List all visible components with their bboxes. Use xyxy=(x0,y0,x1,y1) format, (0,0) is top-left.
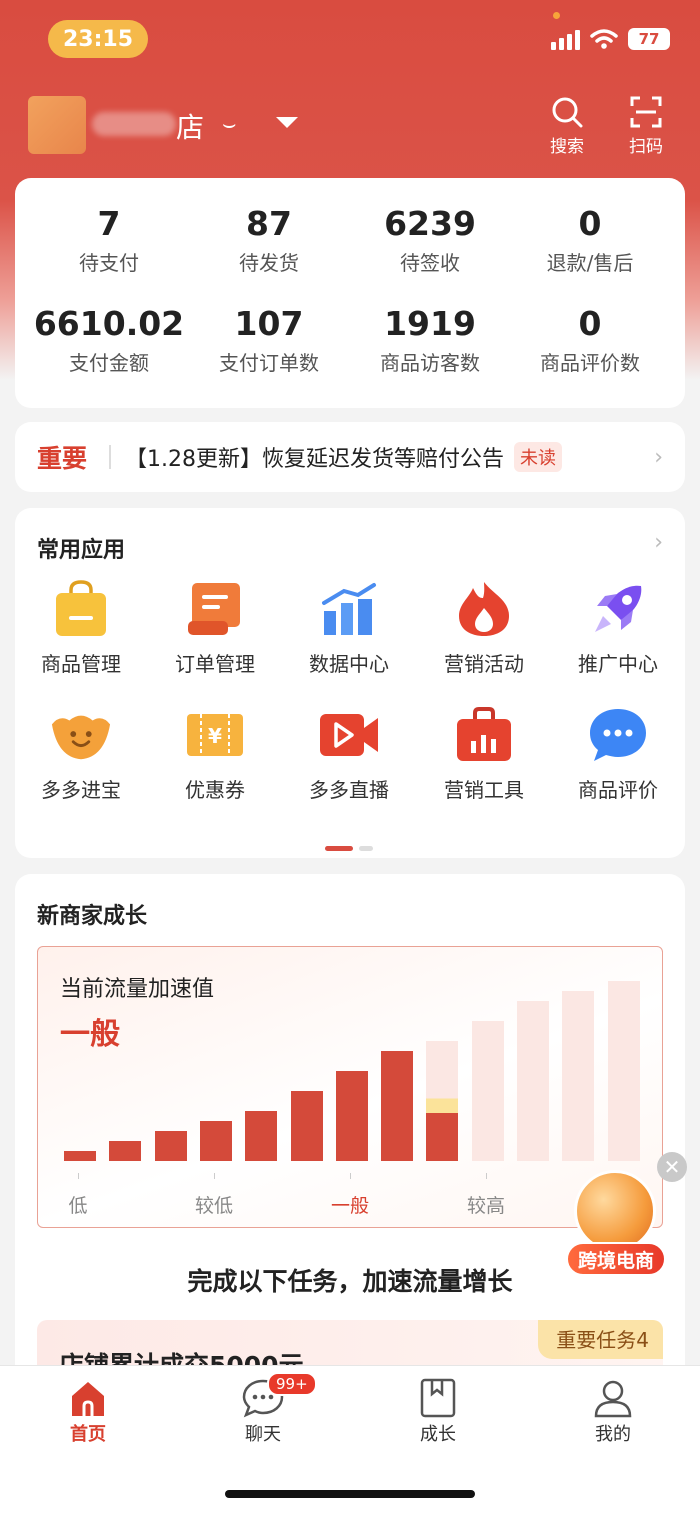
ad-label: 跨境电商 xyxy=(566,1242,666,1276)
shop-name[interactable]: 店 xyxy=(176,106,204,146)
stat-pending-shipment[interactable]: 87 待发货 xyxy=(189,204,349,276)
axis-label-medium: 一般 xyxy=(330,1195,370,1217)
announcement-bar[interactable]: 重要 【1.28更新】恢复延迟发货等赔付公告 未读 › xyxy=(15,422,685,492)
traffic-level-bar xyxy=(607,981,640,1161)
home-icon xyxy=(72,1382,104,1416)
traffic-level-bar xyxy=(154,1131,187,1161)
scan-icon xyxy=(630,96,662,128)
traffic-level-bar xyxy=(109,1141,142,1161)
stat-payment-amount[interactable]: 6610.02 支付金额 xyxy=(29,304,189,376)
traffic-level-bar xyxy=(381,1051,414,1161)
shop-stats-card: 7 待支付 87 待发货 6239 待签收 0 退款/售后 6610.02 支付金额 10… xyxy=(15,178,685,408)
traffic-level-bar xyxy=(290,1091,323,1161)
tab-home[interactable]: 首页 xyxy=(38,1376,138,1446)
toolbox-icon xyxy=(457,707,511,761)
task-priority-badge: 重要任务4 xyxy=(538,1320,663,1359)
app-marketing-tools[interactable]: 营销工具 xyxy=(419,704,549,803)
coupon-icon: ¥ xyxy=(187,714,243,756)
shop-badge-icon: ⌣ xyxy=(222,112,237,137)
chevron-right-icon[interactable]: › xyxy=(654,530,663,555)
common-apps-title: 常用应用 xyxy=(37,538,126,563)
search-label: 搜索 xyxy=(550,137,584,157)
traffic-level-bar xyxy=(426,1041,459,1161)
gold-ingot-icon xyxy=(51,715,111,760)
traffic-boost-level: 一般 xyxy=(60,1017,120,1052)
app-coupon[interactable]: ¥ 优惠券 xyxy=(150,704,280,803)
cellular-signal-icon xyxy=(551,28,580,50)
announcement-text[interactable]: 【1.28更新】恢复延迟发货等赔付公告 xyxy=(125,441,504,473)
video-play-icon xyxy=(320,714,378,756)
traffic-level-bar xyxy=(335,1071,368,1161)
unread-badge: 未读 xyxy=(514,442,563,472)
traffic-level-bar xyxy=(64,1151,96,1161)
search-icon xyxy=(552,97,583,128)
privacy-indicator-dot xyxy=(553,12,560,19)
tab-profile[interactable]: 我的 xyxy=(563,1376,663,1446)
divider xyxy=(109,445,112,469)
shop-name-redacted xyxy=(92,112,176,136)
page-indicator xyxy=(325,846,373,851)
bag-icon xyxy=(56,580,106,636)
announcement-tag: 重要 xyxy=(37,444,88,473)
app-promotion-center[interactable]: 推广中心 xyxy=(553,578,683,677)
app-product-reviews[interactable]: 商品评价 xyxy=(553,704,683,803)
common-apps-card: 常用应用 › 商品管理 订单管理 数据中心 营销活动 推广中心 多多进宝 ¥ 优… xyxy=(15,508,685,858)
traffic-level-bar xyxy=(562,991,595,1161)
shop-avatar[interactable] xyxy=(28,96,86,154)
growth-title: 新商家成长 xyxy=(37,904,148,929)
tab-chat[interactable]: 99+ 聊天 xyxy=(213,1372,317,1446)
status-time: 23:15 xyxy=(48,20,148,58)
globe-icon xyxy=(574,1170,656,1252)
home-indicator xyxy=(225,1490,475,1498)
app-order-management[interactable]: 订单管理 xyxy=(150,578,280,677)
wifi-icon xyxy=(590,29,618,49)
flame-icon xyxy=(459,582,509,636)
stat-pending-receipt[interactable]: 6239 待签收 xyxy=(350,204,510,276)
bar-chart-icon xyxy=(322,583,376,635)
battery-icon: 77 xyxy=(628,28,670,50)
merchant-growth-card: 新商家成长 当前流量加速值 一般 低 较低 一般 较高 完成以下任务，加速流量增… xyxy=(15,874,685,1394)
tab-growth[interactable]: 成长 xyxy=(388,1376,488,1446)
app-data-center[interactable]: 数据中心 xyxy=(284,578,414,677)
axis-tick xyxy=(486,1173,487,1179)
unread-count-badge: 99+ xyxy=(267,1372,317,1396)
scan-button[interactable]: 扫码 xyxy=(616,92,676,157)
chat-bubble-icon xyxy=(590,709,646,761)
book-icon xyxy=(420,1378,456,1418)
stat-product-reviews[interactable]: 0 商品评价数 xyxy=(510,304,670,376)
axis-tick xyxy=(350,1173,351,1179)
traffic-boost-title: 当前流量加速值 xyxy=(60,977,215,1002)
traffic-level-bar xyxy=(245,1111,278,1161)
search-button[interactable]: 搜索 xyxy=(537,92,597,157)
cross-border-ecommerce-ad[interactable]: 跨境电商 xyxy=(566,1170,666,1280)
traffic-level-bar xyxy=(471,1021,504,1161)
stat-refund-aftersale[interactable]: 0 退款/售后 xyxy=(510,204,670,276)
user-icon xyxy=(594,1380,632,1418)
chevron-right-icon[interactable]: › xyxy=(654,445,663,470)
app-product-management[interactable]: 商品管理 xyxy=(16,578,146,677)
status-icons: 77 xyxy=(551,28,670,50)
app-marketing-events[interactable]: 营销活动 xyxy=(419,578,549,677)
scroll-icon xyxy=(188,583,240,635)
stat-pending-payment[interactable]: 7 待支付 xyxy=(29,204,189,276)
axis-tick xyxy=(78,1173,79,1179)
traffic-level-bar xyxy=(517,1001,549,1161)
app-duoduo-jinbao[interactable]: 多多进宝 xyxy=(16,704,146,803)
axis-tick xyxy=(214,1173,215,1179)
traffic-level-bar xyxy=(199,1121,232,1161)
shop-switch-caret-icon[interactable] xyxy=(276,117,298,128)
stat-product-visitors[interactable]: 1919 商品访客数 xyxy=(350,304,510,376)
app-duoduo-live[interactable]: 多多直播 xyxy=(284,704,414,803)
stat-paid-orders[interactable]: 107 支付订单数 xyxy=(189,304,349,376)
svg-text:¥: ¥ xyxy=(208,724,222,748)
axis-label-lower: 较低 xyxy=(194,1195,234,1217)
rocket-icon xyxy=(595,585,642,632)
axis-label-low: 低 xyxy=(68,1195,88,1217)
axis-label-higher: 较高 xyxy=(466,1195,506,1217)
scan-label: 扫码 xyxy=(629,137,663,157)
